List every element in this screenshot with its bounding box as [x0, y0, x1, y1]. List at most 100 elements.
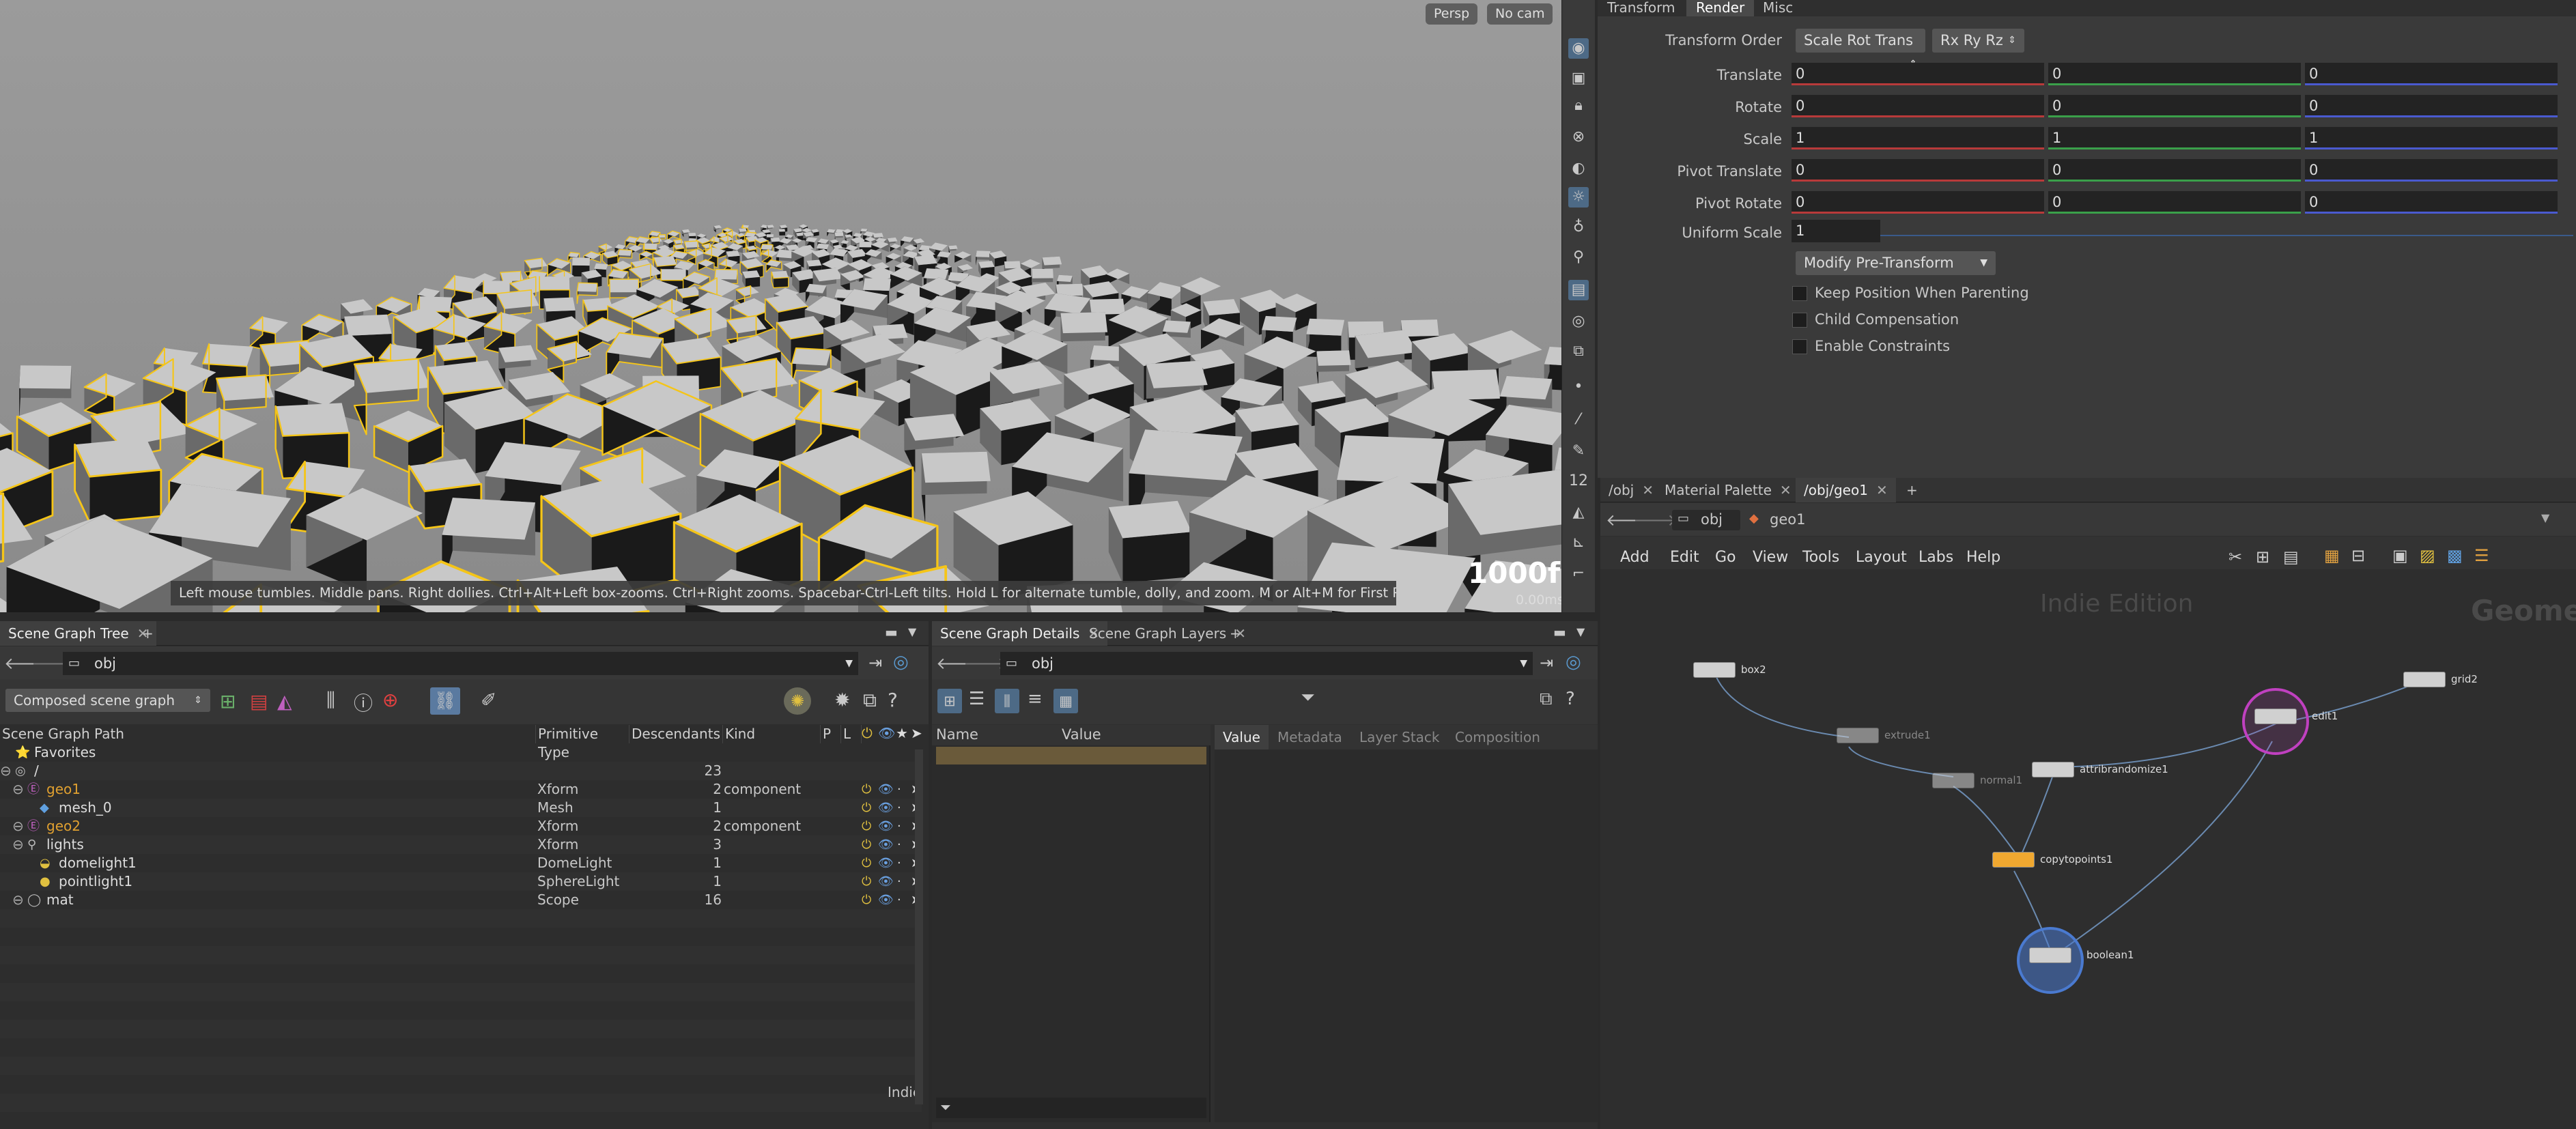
table-row[interactable]: ●pointlight1SphereLight1⏻👁︎·➤ [0, 872, 922, 891]
panel-menu-icon[interactable]: ▼ [908, 625, 916, 638]
param-field-pivot-rotate-x[interactable]: 0 [1792, 191, 2044, 214]
node-copytopoints1[interactable] [1992, 852, 2035, 868]
light-icon[interactable]: ♁ [1568, 217, 1589, 238]
help-icon[interactable]: ? [888, 689, 898, 711]
add-tab-icon[interactable]: + [134, 621, 162, 646]
rotate-order-select[interactable]: Rx Ry Rz ⇕ [1932, 29, 2024, 53]
pin-icon[interactable]: ⇥ [868, 653, 882, 672]
attribute-filter-field[interactable]: ⏷ [936, 1098, 1206, 1118]
solo-toggle-icon[interactable]: · [897, 780, 901, 799]
table-row[interactable] [0, 1001, 922, 1020]
active-toggle-icon[interactable]: ⏻ [862, 835, 871, 854]
mask-icon[interactable]: ◭ [277, 690, 292, 713]
lamp-icon[interactable]: ⚲ [1568, 247, 1589, 268]
visibility-toggle-icon[interactable]: 👁︎ [878, 780, 894, 799]
expand-toggle-icon[interactable]: ⊖ [12, 891, 24, 909]
pipette-icon[interactable]: ✎ [1568, 441, 1589, 461]
param-field-pivot-translate-z[interactable]: 0 [2305, 159, 2558, 182]
sliders-icon[interactable]: ⫼ [326, 689, 335, 712]
uniform-scale-slider[interactable] [1880, 235, 2573, 236]
table-row[interactable]: ⭐ Favorites [0, 743, 922, 762]
col-hdr-p[interactable]: P [821, 725, 841, 743]
table-row[interactable]: ⊖◯matScope16⏻👁︎·➤ [0, 891, 922, 909]
tab-composition[interactable]: Composition [1447, 725, 1548, 749]
tab-misc[interactable]: Misc [1753, 0, 1802, 16]
solo-toggle-icon[interactable]: · [897, 835, 901, 854]
transform-order-select[interactable]: Scale Rot Trans ⇕ [1796, 29, 1925, 70]
table-row[interactable]: ◆mesh_0Mesh1⏻👁︎·➤ [0, 799, 922, 817]
col-hdr-kind[interactable]: Kind [723, 725, 821, 743]
table-row[interactable]: ⊖Ⓔgeo2Xform2component⏻👁︎·➤ [0, 817, 922, 835]
info-icon[interactable]: ⓘ [354, 689, 373, 716]
node-attribrandomize1[interactable] [2032, 762, 2074, 777]
brush-icon[interactable]: ⁄ [1568, 410, 1589, 430]
dot-icon[interactable]: • [1568, 377, 1589, 397]
solo-toggle-icon[interactable]: · [897, 872, 901, 891]
float-panel-icon[interactable]: ▬ [885, 624, 898, 640]
shading-icon[interactable]: ◐ [1568, 158, 1589, 179]
collections-icon[interactable]: ▤ [250, 690, 268, 713]
solo-toggle-icon[interactable]: · [897, 817, 901, 835]
col-hdr-name[interactable]: Name [936, 726, 978, 743]
tab-layer-stack[interactable]: Layer Stack [1351, 725, 1448, 749]
table-row[interactable] [0, 1075, 922, 1094]
table-row[interactable] [0, 909, 922, 928]
close-circle-icon[interactable]: ⊗ [1568, 127, 1589, 147]
modify-pre-transform-button[interactable]: Modify Pre-Transform ▼ [1796, 251, 1996, 275]
table-row[interactable] [0, 1094, 922, 1112]
param-field-translate-y[interactable]: 0 [2048, 63, 2301, 85]
node-normal1[interactable] [1932, 773, 1975, 788]
filter-icon[interactable]: ⏷ [1301, 687, 1315, 709]
numbers-icon[interactable]: 12 [1568, 471, 1589, 491]
tree-view-icon[interactable]: ⊞ [937, 689, 962, 713]
node-boolean1[interactable] [2029, 947, 2071, 963]
solo-toggle-icon[interactable]: · [897, 799, 901, 817]
tab-value[interactable]: Value [1215, 725, 1269, 749]
solo-toggle-icon[interactable]: · [897, 891, 901, 909]
light-bulb-icon[interactable]: ☼ [1568, 187, 1589, 208]
visibility-toggle-icon[interactable]: 👁︎ [878, 799, 894, 817]
col-hdr-visibility-icon[interactable]: 👁︎ [878, 725, 895, 741]
table-row[interactable] [0, 964, 922, 983]
table-row[interactable]: ◒domelight1DomeLight1⏻👁︎·➤ [0, 854, 922, 872]
col-hdr-value[interactable]: Value [1062, 726, 1101, 743]
col-hdr-path[interactable]: Scene Graph Path [0, 725, 536, 743]
col-hdr-active-icon[interactable]: ⏻ [862, 725, 873, 741]
lock-icon[interactable]: 🔒︎ [1568, 96, 1589, 116]
network-editor[interactable]: /obj ✕ Material Palette ✕ /obj/geo1 ✕ + 🡐 🡒… [1600, 478, 2576, 1129]
uniform-scale-field[interactable]: 1 [1792, 220, 1880, 242]
display-options-icon[interactable]: ▤ [1568, 280, 1589, 300]
param-field-translate-z[interactable]: 0 [2305, 63, 2558, 85]
columns-icon[interactable]: ⫼ [995, 689, 1019, 713]
visibility-toggle-icon[interactable]: 👁︎ [878, 854, 894, 872]
expand-toggle-icon[interactable]: ⊖ [12, 835, 24, 854]
enable-constraints-checkbox[interactable] [1792, 339, 1807, 354]
active-toggle-icon[interactable]: ⏻ [862, 891, 871, 909]
visibility-toggle-icon[interactable]: 👁︎ [878, 891, 894, 909]
camera-menu-button[interactable]: No cam [1487, 3, 1553, 25]
expand-toggle-icon[interactable]: ⊖ [12, 817, 24, 835]
table-row[interactable] [0, 1057, 922, 1075]
visibility-toggle-icon[interactable]: 👁︎ [878, 872, 894, 891]
param-field-rotate-y[interactable]: 0 [2048, 95, 2301, 117]
snapshot-icon[interactable]: ⧉ [1568, 341, 1589, 362]
param-field-rotate-z[interactable]: 0 [2305, 95, 2558, 117]
perspective-menu-button[interactable]: Persp [1426, 3, 1478, 25]
table-row[interactable] [0, 946, 922, 964]
table-row[interactable] [0, 928, 922, 946]
link-selection-icon[interactable]: ⛓ [430, 687, 460, 715]
expand-toggle-icon[interactable]: ⊖ [0, 762, 12, 780]
keep-position-checkbox[interactable] [1792, 286, 1807, 301]
float-panel-icon[interactable]: ▬ [1553, 624, 1566, 640]
sgd-path-field[interactable]: obj ▭ ▼ [1000, 652, 1533, 675]
col-hdr-descendants[interactable]: Descendants [629, 725, 723, 743]
settings-icon[interactable]: ✹ [834, 689, 850, 711]
param-field-rotate-x[interactable]: 0 [1792, 95, 2044, 117]
param-field-translate-x[interactable]: 0 [1792, 63, 2044, 85]
link-icon[interactable]: ◎ [1566, 652, 1581, 672]
help-icon[interactable]: ? [1566, 689, 1575, 709]
visibility-toggle-icon[interactable]: 👁︎ [878, 835, 894, 854]
table-row[interactable]: ⊖ ◎ / 23 [0, 762, 922, 780]
corner-icon[interactable]: ⌐ [1568, 564, 1589, 584]
table-row[interactable] [0, 1020, 922, 1038]
